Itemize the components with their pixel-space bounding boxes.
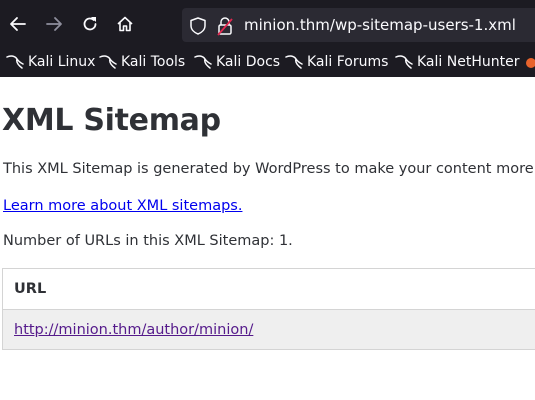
- back-button[interactable]: [3, 9, 33, 39]
- kali-dragon-icon: [194, 55, 212, 69]
- address-bar[interactable]: minion.thm/wp-sitemap-users-1.xml: [182, 8, 535, 42]
- table-cell-url: http://minion.thm/author/minion/: [2, 309, 535, 350]
- bookmark-label: Kali Tools: [121, 54, 186, 70]
- browser-chrome: minion.thm/wp-sitemap-users-1.xml Kali L…: [0, 0, 535, 77]
- bookmark-kali-tools[interactable]: Kali Tools: [99, 52, 185, 72]
- browser-toolbar: minion.thm/wp-sitemap-users-1.xml: [0, 0, 535, 48]
- bookmark-kali-docs[interactable]: Kali Docs: [194, 52, 280, 72]
- forward-arrow-icon: [46, 17, 62, 31]
- table-header-row: URL: [2, 268, 535, 310]
- sitemap-url-link[interactable]: http://minion.thm/author/minion/: [14, 322, 253, 338]
- shield-icon[interactable]: [190, 17, 206, 35]
- kali-dragon-icon: [6, 55, 24, 69]
- kali-dragon-icon: [99, 55, 117, 69]
- bookmark-kali-forums[interactable]: Kali Forums: [285, 52, 388, 72]
- bookmark-label: Kali Docs: [216, 54, 281, 70]
- sitemap-table: URL http://minion.thm/author/minion/: [2, 268, 535, 350]
- home-icon: [117, 16, 133, 32]
- learn-more-link[interactable]: Learn more about XML sitemaps.: [3, 198, 242, 214]
- lock-icon[interactable]: [216, 16, 234, 36]
- page-title: XML Sitemap: [2, 103, 221, 138]
- url-text[interactable]: minion.thm/wp-sitemap-users-1.xml: [244, 15, 516, 35]
- forward-button[interactable]: [39, 9, 69, 39]
- kali-dragon-icon: [395, 55, 413, 69]
- bookmark-label: Kali Forums: [307, 54, 389, 70]
- bookmark-label: Kali NetHunter: [417, 54, 520, 70]
- url-count-text: Number of URLs in this XML Sitemap: 1.: [3, 233, 293, 249]
- bookmark-overflow-icon[interactable]: [526, 58, 535, 68]
- reload-icon: [83, 17, 97, 31]
- bookmarks-toolbar: Kali Linux Kali Tools Kali Docs Kali For…: [0, 48, 535, 77]
- learn-more-paragraph: Learn more about XML sitemaps.: [3, 198, 242, 214]
- bookmark-label: Kali Linux: [28, 54, 96, 70]
- table-row: http://minion.thm/author/minion/: [2, 309, 535, 350]
- sitemap-description: This XML Sitemap is generated by WordPre…: [3, 161, 535, 177]
- bookmark-kali-nethunter[interactable]: Kali NetHunter: [395, 52, 519, 72]
- column-header-url: URL: [2, 268, 535, 310]
- kali-dragon-icon: [285, 55, 303, 69]
- page-content: XML Sitemap This XML Sitemap is generate…: [0, 77, 535, 400]
- back-arrow-icon: [10, 17, 26, 31]
- home-button[interactable]: [110, 9, 140, 39]
- reload-button[interactable]: [75, 9, 105, 39]
- bookmark-kali-linux[interactable]: Kali Linux: [6, 52, 95, 72]
